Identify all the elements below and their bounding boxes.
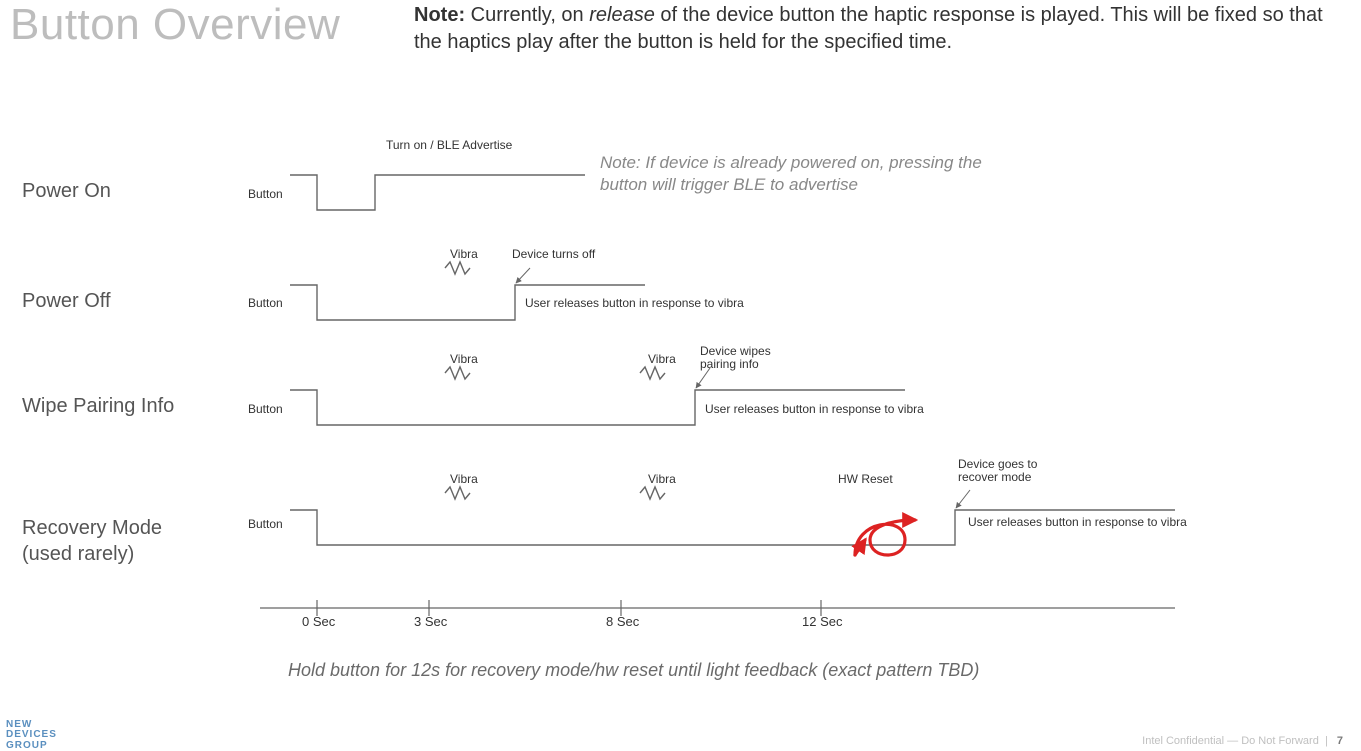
ann-vibra-rec-2: Vibra xyxy=(648,472,676,486)
ann-release-wipe: User releases button in response to vibr… xyxy=(705,402,924,416)
ann-vibra-rec-1: Vibra xyxy=(450,472,478,486)
ann-vibra-wipe-1: Vibra xyxy=(450,352,478,366)
ann-release-off: User releases button in response to vibr… xyxy=(525,296,744,310)
ann-device-wipes: Device wipes pairing info xyxy=(700,345,790,371)
ann-hw-reset: HW Reset xyxy=(838,472,893,486)
tick-12: 12 Sec xyxy=(802,614,842,629)
logo-new-devices-group: NEW DEVICES GROUP xyxy=(6,720,57,751)
logo-line-2: DEVICES xyxy=(6,730,57,741)
ann-turn-on: Turn on / BLE Advertise xyxy=(386,138,512,152)
ann-device-off: Device turns off xyxy=(512,247,595,261)
footer-sep: | xyxy=(1325,735,1328,747)
ann-device-recover: Device goes to recover mode xyxy=(958,458,1058,484)
footer: Intel Confidential — Do Not Forward | 7 xyxy=(1142,735,1343,747)
ann-vibra-wipe-2: Vibra xyxy=(648,352,676,366)
hold-note: Hold button for 12s for recovery mode/hw… xyxy=(288,660,979,681)
tick-8: 8 Sec xyxy=(606,614,639,629)
footer-page-number: 7 xyxy=(1337,735,1343,747)
footer-confidential: Intel Confidential — Do Not Forward xyxy=(1142,735,1319,747)
ann-vibra-off: Vibra xyxy=(450,247,478,261)
ann-power-on-note: Note: If device is already powered on, p… xyxy=(600,152,1000,196)
timing-diagram xyxy=(0,0,1361,751)
ann-release-rec: User releases button in response to vibr… xyxy=(968,515,1187,529)
tick-3: 3 Sec xyxy=(414,614,447,629)
tick-0: 0 Sec xyxy=(302,614,335,629)
logo-line-3: GROUP xyxy=(6,741,57,751)
